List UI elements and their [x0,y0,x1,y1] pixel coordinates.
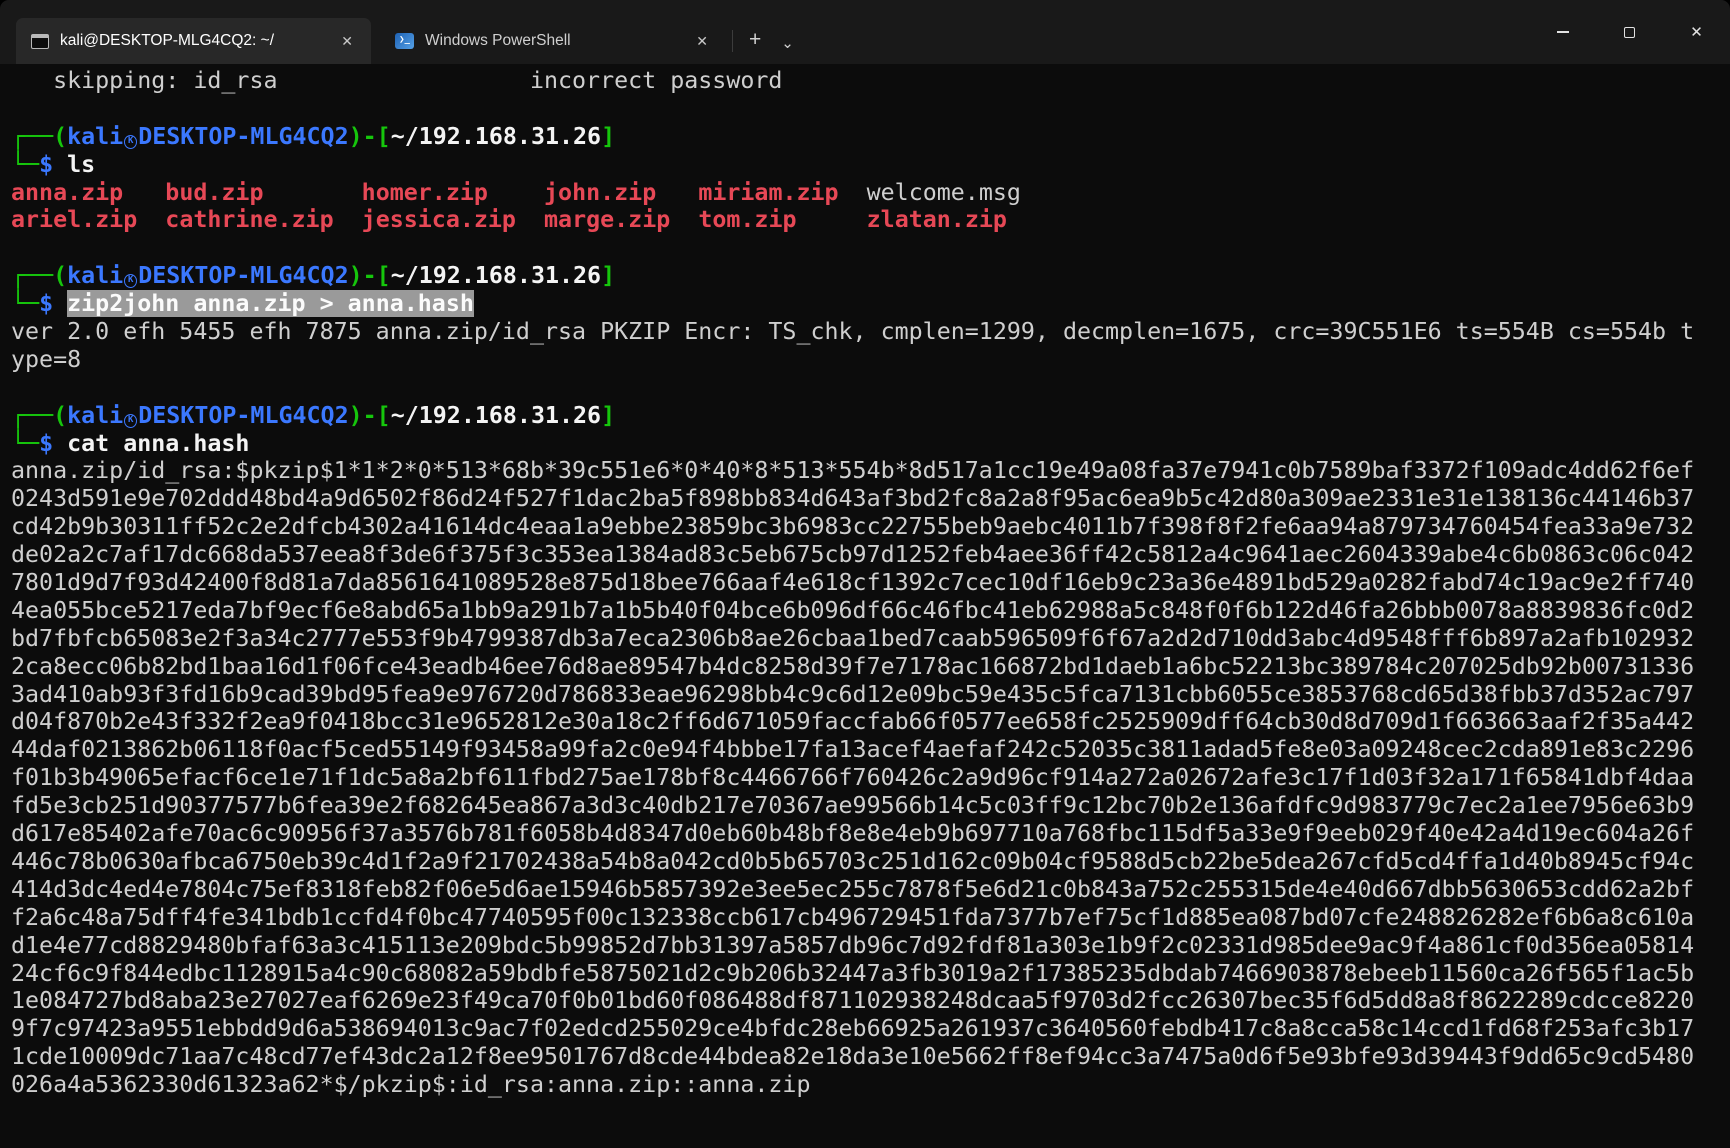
tab-divider [732,30,733,52]
close-icon: ✕ [1690,24,1703,41]
tab-close-icon[interactable]: ✕ [690,31,714,52]
minimize-button[interactable] [1529,0,1596,64]
new-tab-button[interactable]: + [739,24,771,56]
tab-dropdown-button[interactable]: ⌄ [771,30,804,56]
maximize-button[interactable] [1596,0,1663,64]
terminal-line: 4ea055bce5217eda7bf9ecf6e8abd65a1bb9a291… [11,596,1695,624]
terminal-line: 7801d9d7f93d42400f8d81a7da8561641089528e… [11,569,1695,597]
terminal-line: ype=8 [11,345,82,373]
terminal-line: anna.zip bud.zip homer.zip john.zip miri… [11,178,1021,206]
kali-symbol-icon: K [124,413,138,428]
tab-strip: kali@DESKTOP-MLG4CQ2: ~/ ✕ ❯_ Windows Po… [0,0,804,64]
terminal-line: 24cf6c9f844edbc1128915a4c90c68082a59bdbf… [11,959,1695,987]
terminal-line: 414d3dc4ed4e7804c75ef8318feb82f06e5d6ae1… [11,875,1695,903]
terminal-line: 2ca8ecc06b82bd1baa16d1f06fce43eadb46ee76… [11,652,1695,680]
powershell-icon: ❯_ [395,33,414,49]
terminal-line: 44daf0213862b06118f0acf5ced55149f93458a9… [11,736,1695,764]
terminal-line: ariel.zip cathrine.zip jessica.zip marge… [11,206,1007,234]
terminal-line: ┌──(kali K DESKTOP-MLG4CQ2)-[~/192.168.31.… [11,262,616,290]
terminal-line: ┌──(kali K DESKTOP-MLG4CQ2)-[~/192.168.31.… [11,122,616,150]
terminal-line: cd42b9b30311ff52c2e2dfcb4302a41614dc4eaa… [11,513,1695,541]
kali-symbol-icon: K [124,274,138,289]
terminal-window: kali@DESKTOP-MLG4CQ2: ~/ ✕ ❯_ Windows Po… [0,0,1730,1148]
terminal-line: ver 2.0 efh 5455 efh 7875 anna.zip/id_rs… [11,318,1695,346]
tab-label: Windows PowerShell [425,32,571,49]
maximize-icon [1624,26,1635,38]
terminal-line: 1cde10009dc71aa7c48cd77ef43dc2a12f8ee950… [11,1043,1695,1071]
terminal-line: d1e4e77cd8829480bfaf63a3c415113e209bdc5b… [11,931,1695,959]
terminal-line: fd5e3cb251d90377577b6fea39e2f682645ea867… [11,792,1695,820]
terminal-line: 3ad410ab93f3fd16b9cad39bd95fea9e976720d7… [11,680,1695,708]
terminal-line: skipping: id_rsa incorrect password [11,67,783,94]
kali-symbol-icon: K [124,134,138,149]
titlebar: kali@DESKTOP-MLG4CQ2: ~/ ✕ ❯_ Windows Po… [0,0,1730,64]
terminal-line: └─$ ls [11,150,96,178]
terminal-body[interactable]: skipping: id_rsa incorrect password ┌──(k… [0,64,1730,1148]
terminal-line: d617e85402afe70ac6c90956f37a3576b781f605… [11,820,1695,848]
terminal-line: d04f870b2e43f332f2ea9f0418bcc31e9652812e… [11,708,1695,736]
tab-close-icon[interactable]: ✕ [335,31,359,52]
tab-powershell[interactable]: ❯_ Windows PowerShell ✕ [380,18,726,64]
window-controls: ✕ [1529,0,1730,64]
terminal-line: anna.zip/id_rsa:$pkzip$1*1*2*0*513*68b*3… [11,457,1695,485]
terminal-line: └─$ cat anna.hash [11,429,250,457]
terminal-line: 1e084727bd8aba23e27027eaf6269e23f49ca70f… [11,987,1695,1015]
terminal-line: 026a4a5362330d61323a62*$/pkzip$:id_rsa:a… [11,1071,811,1099]
close-button[interactable]: ✕ [1663,0,1730,64]
tab-label: kali@DESKTOP-MLG4CQ2: ~/ [60,32,274,49]
terminal-line: ┌──(kali K DESKTOP-MLG4CQ2)-[~/192.168.31.… [11,401,616,429]
terminal-line: de02a2c7af17dc668da537eea8f3de6f375f3c35… [11,541,1695,569]
terminal-line: bd7fbfcb65083e2f3a34c2777e553f9b4799387d… [11,624,1695,652]
terminal-icon [31,33,49,49]
terminal-line: └─$ zip2john anna.zip > anna.hash [11,290,474,318]
terminal-line: 0243d591e9e702ddd48bd4a9d6502f86d24f527f… [11,485,1695,513]
terminal-line: 446c78b0630afbca6750eb39c4d1f2a9f2170243… [11,847,1695,875]
minimize-icon [1556,31,1569,33]
terminal-line: 9f7c97423a9551ebbdd9d6a538694013c9ac7f02… [11,1015,1695,1043]
terminal-line: f2a6c48a75dff4fe341bdb1ccfd4f0bc47740595… [11,903,1695,931]
terminal-line: f01b3b49065efacf6ce1e71f1dc5a8a2bf611fbd… [11,764,1695,792]
tab-kali[interactable]: kali@DESKTOP-MLG4CQ2: ~/ ✕ [16,18,371,64]
